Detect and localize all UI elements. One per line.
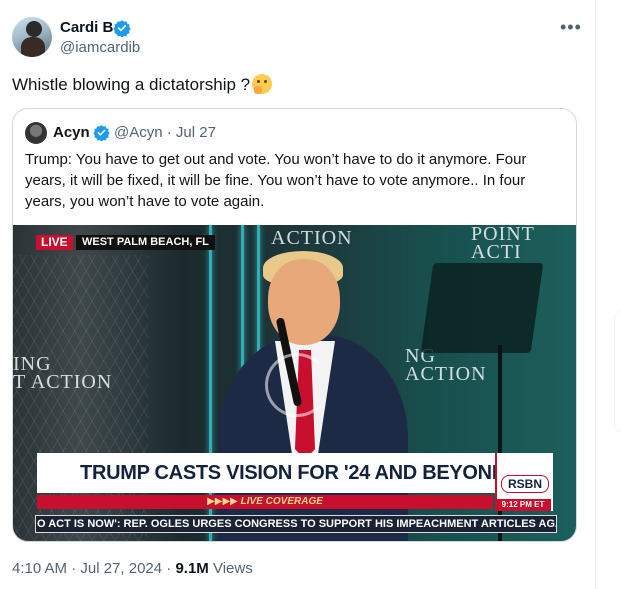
quoted-author-avatar[interactable] — [25, 122, 47, 144]
tweet-time-date[interactable]: 4:10 AM · Jul 27, 2024 · — [12, 560, 175, 577]
video-headline: TRUMP CASTS VISION FOR '24 AND BEYOND — [37, 453, 549, 493]
tweet-text: Whistle blowing a dictatorship ? — [12, 74, 273, 96]
loading-spinner-icon — [265, 353, 329, 417]
backdrop-text-mid-2: ACTION — [405, 363, 487, 385]
teleprompter — [420, 263, 544, 353]
verified-badge-icon — [113, 20, 131, 37]
live-location: WEST PALM BEACH, FL — [76, 235, 215, 250]
views-count: 9.1M — [175, 560, 209, 577]
quoted-tweet-text: Trump: You have to get out and vote. You… — [25, 151, 527, 210]
author-avatar[interactable] — [12, 17, 52, 57]
right-column-divider — [595, 0, 596, 589]
teleprompter-stand — [498, 345, 502, 541]
live-badge: LIVE — [36, 235, 73, 250]
network-logo: RSBN — [501, 475, 549, 493]
quoted-verified-badge-icon — [93, 125, 110, 141]
thinking-face-icon — [252, 74, 273, 94]
backdrop-text-top: ACTION — [271, 227, 353, 249]
quoted-author-name[interactable]: Acyn — [53, 123, 90, 143]
broadcast-time: 9:12 PM ET — [495, 499, 551, 511]
news-ticker: O ACT IS NOW': REP. OGLES URGES CONGRESS… — [35, 515, 557, 533]
author-display-name[interactable]: Cardi B — [60, 18, 113, 38]
tweet-text-body: Whistle blowing a dictatorship ? — [12, 75, 251, 94]
video-player[interactable]: ACTION POINT ACTI ING T ACTION NG ACTION… — [13, 225, 576, 541]
quoted-handle-date[interactable]: @Acyn · Jul 27 — [114, 123, 216, 143]
backdrop-text-top-right: POINT ACTI — [471, 225, 535, 263]
backdrop-text-left-2: T ACTION — [13, 371, 113, 393]
more-options-icon[interactable]: ••• — [560, 18, 582, 36]
tweet-timestamp[interactable]: 4:10 AM · Jul 27, 2024 · 9.1M Views — [12, 559, 253, 579]
live-coverage-bar: ▶▶▶▶ LIVE COVERAGE — [37, 495, 493, 509]
right-column-card-edge — [614, 310, 621, 432]
quoted-tweet-card[interactable]: Acyn @Acyn · Jul 27 Trump: You have to g… — [12, 108, 577, 542]
views-label: Views — [208, 560, 253, 577]
author-handle[interactable]: @iamcardib — [60, 38, 140, 58]
